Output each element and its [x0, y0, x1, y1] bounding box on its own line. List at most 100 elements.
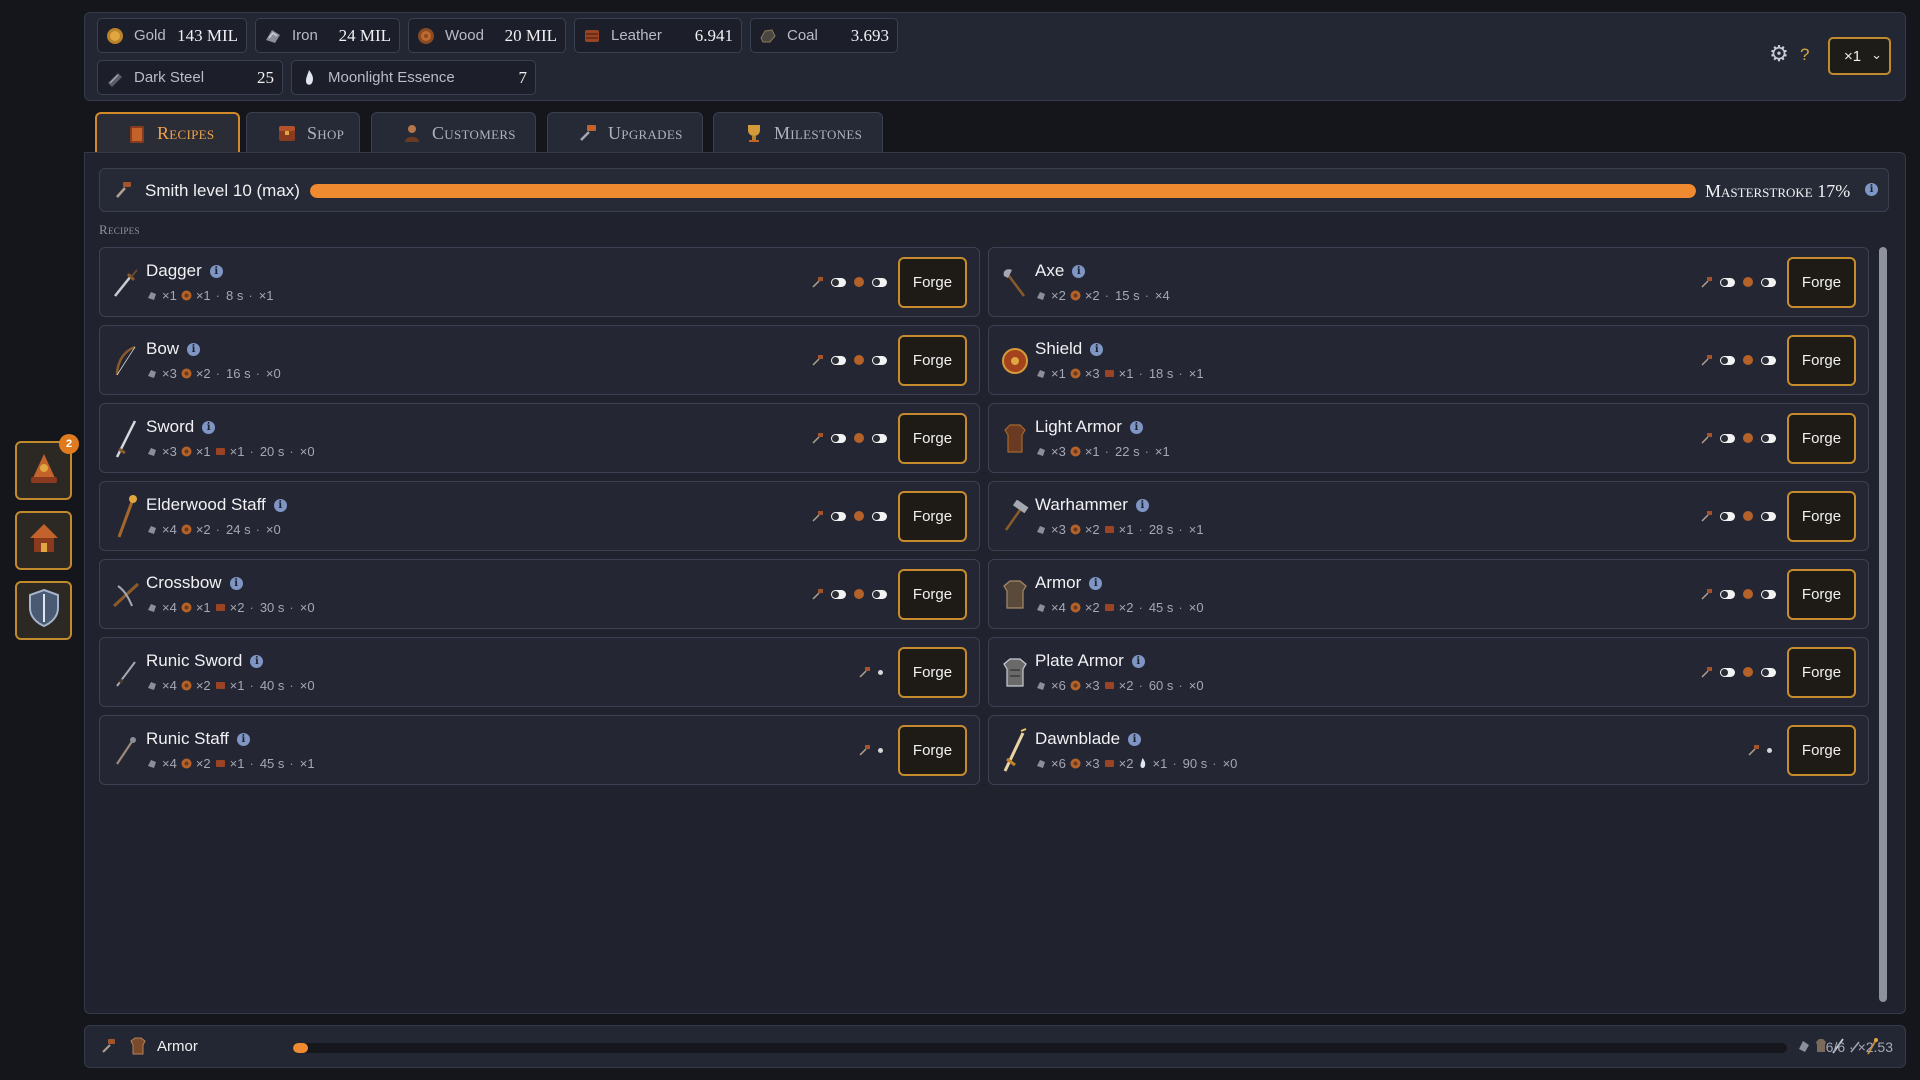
- recipe-cost: ×4 ×2 ×1 · 45 s · ×1: [146, 756, 315, 771]
- material-icon: [1103, 679, 1116, 692]
- help-button[interactable]: ?: [1800, 45, 1809, 65]
- info-icon[interactable]: i: [236, 732, 250, 746]
- craft-time: 90 s: [1182, 756, 1208, 771]
- auto-forge-toggles: [1700, 665, 1776, 679]
- auto-toggle[interactable]: [831, 589, 846, 599]
- dagger-icon: [108, 262, 144, 304]
- owned-count: ×0: [299, 600, 315, 615]
- sell-toggle[interactable]: [1761, 511, 1776, 521]
- info-icon[interactable]: i: [1128, 732, 1142, 746]
- moonlight-essence-icon: [298, 67, 320, 89]
- info-icon[interactable]: i: [1865, 183, 1878, 196]
- recipe-card-axe: Axe i ×2 ×2 · 15 s · ×4 Forge: [988, 247, 1869, 317]
- forge-button[interactable]: Forge: [898, 413, 967, 464]
- sell-toggle[interactable]: [1761, 667, 1776, 677]
- material-qty: ×3: [1084, 366, 1100, 381]
- tab-customers[interactable]: Customers: [371, 112, 536, 153]
- separator: ·: [255, 366, 260, 381]
- material-icon: [1136, 757, 1149, 770]
- wood-icon: [852, 509, 866, 523]
- info-icon[interactable]: i: [1131, 654, 1145, 668]
- info-icon[interactable]: i: [1135, 498, 1149, 512]
- tab-shop[interactable]: Shop: [246, 112, 360, 153]
- auto-toggle[interactable]: [1720, 277, 1735, 287]
- elderwood-staff-icon: [108, 495, 144, 538]
- auto-toggle[interactable]: [1720, 355, 1735, 365]
- info-icon[interactable]: i: [187, 342, 201, 356]
- tab-recipes[interactable]: Recipes: [95, 112, 240, 153]
- sell-toggle[interactable]: [872, 277, 887, 287]
- recipe-name: Runic Sword: [146, 651, 243, 670]
- sell-toggle[interactable]: [872, 433, 887, 443]
- craft-time: 8 s: [226, 288, 244, 303]
- info-icon[interactable]: i: [273, 498, 287, 512]
- chevron-down-icon: ⌄: [1871, 47, 1882, 62]
- forge-button[interactable]: Forge: [898, 725, 967, 776]
- recipe-name: Light Armor: [1035, 417, 1122, 436]
- forge-button[interactable]: Forge: [1787, 725, 1856, 776]
- sell-toggle[interactable]: [872, 511, 887, 521]
- auto-toggle[interactable]: [1720, 667, 1735, 677]
- auto-toggle[interactable]: [831, 277, 846, 287]
- auto-toggle[interactable]: [1720, 511, 1735, 521]
- owned-count: ×1: [1188, 522, 1204, 537]
- info-icon[interactable]: i: [1090, 342, 1104, 356]
- auto-toggle[interactable]: [1720, 589, 1735, 599]
- info-icon[interactable]: i: [1129, 420, 1143, 434]
- material-icon: [180, 757, 193, 770]
- recipe-cost: ×3 ×2 ×1 · 28 s · ×1: [1035, 522, 1204, 537]
- forge-button[interactable]: Forge: [1787, 257, 1856, 308]
- info-icon[interactable]: i: [250, 654, 264, 668]
- material-qty: ×4: [1051, 600, 1066, 615]
- forge-button[interactable]: Forge: [1787, 413, 1856, 464]
- forge-button[interactable]: Forge: [1787, 569, 1856, 620]
- material-icon: [1035, 757, 1048, 770]
- info-icon[interactable]: i: [202, 420, 216, 434]
- craft-time: 60 s: [1148, 678, 1174, 693]
- info-icon[interactable]: i: [1089, 576, 1103, 590]
- forge-button[interactable]: Forge: [1787, 335, 1856, 386]
- info-icon[interactable]: i: [229, 576, 243, 590]
- sell-toggle[interactable]: [1761, 355, 1776, 365]
- gold-coin-icon: [104, 25, 126, 47]
- forge-button[interactable]: Forge: [898, 491, 967, 542]
- resource-coal: Coal 3.693: [750, 18, 898, 53]
- material-qty: ×2: [1118, 756, 1134, 771]
- forge-button[interactable]: Forge: [1787, 647, 1856, 698]
- forge-button[interactable]: Forge: [898, 569, 967, 620]
- separator: ·: [1138, 600, 1143, 615]
- forge-button[interactable]: Forge: [898, 257, 967, 308]
- gear-icon[interactable]: ⚙: [1768, 43, 1790, 65]
- info-icon[interactable]: i: [1072, 264, 1086, 278]
- material-qty: ×4: [162, 678, 177, 693]
- auto-toggle[interactable]: [831, 355, 846, 365]
- shop-building-button[interactable]: [15, 511, 72, 570]
- tab-milestones[interactable]: Milestones: [713, 112, 883, 153]
- separator: ·: [1104, 444, 1109, 459]
- sell-toggle[interactable]: [872, 355, 887, 365]
- tab-upgrades[interactable]: Upgrades: [547, 112, 703, 153]
- auto-toggle[interactable]: [831, 511, 846, 521]
- recipe-name: Crossbow: [146, 573, 222, 592]
- sell-toggle[interactable]: [1761, 277, 1776, 287]
- defense-shield-button[interactable]: [15, 581, 72, 640]
- scrollbar-thumb[interactable]: [1879, 247, 1887, 1002]
- sell-toggle[interactable]: [1761, 589, 1776, 599]
- recipe-cost: ×1 ×1 · 8 s · ×1: [146, 288, 274, 303]
- sell-toggle[interactable]: [872, 589, 887, 599]
- material-icon: [180, 523, 193, 536]
- auto-toggle[interactable]: [1720, 433, 1735, 443]
- smith-level-progress: [310, 184, 1696, 198]
- forge-button[interactable]: Forge: [898, 647, 967, 698]
- multiplier-select[interactable]: ×1 ⌄: [1828, 37, 1891, 75]
- material-icon: [1035, 679, 1048, 692]
- separator: ·: [1172, 756, 1177, 771]
- forge-button[interactable]: Forge: [898, 335, 967, 386]
- scrollbar[interactable]: [1879, 247, 1887, 1002]
- wood-icon: [415, 25, 437, 47]
- separator: ·: [289, 444, 294, 459]
- auto-toggle[interactable]: [831, 433, 846, 443]
- info-icon[interactable]: i: [209, 264, 223, 278]
- sell-toggle[interactable]: [1761, 433, 1776, 443]
- forge-button[interactable]: Forge: [1787, 491, 1856, 542]
